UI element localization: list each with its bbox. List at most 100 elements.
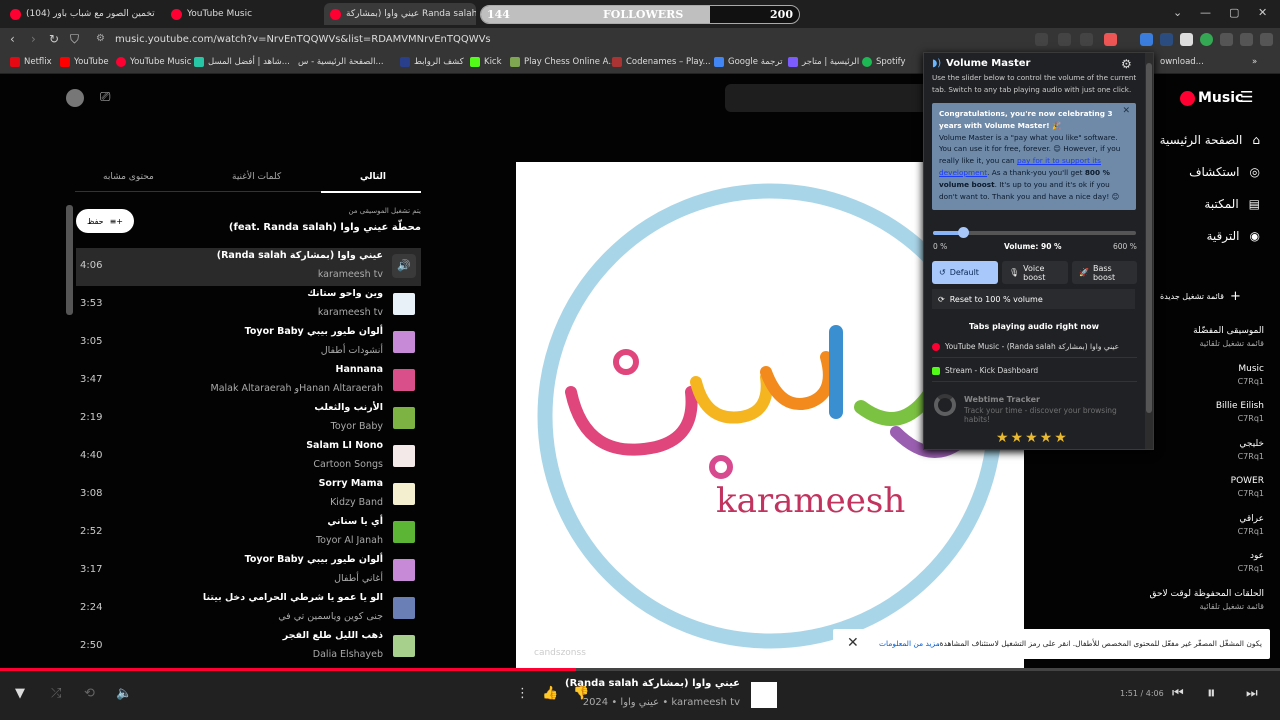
- popup-scrollbar[interactable]: [1145, 53, 1153, 449]
- extension-icon[interactable]: [1200, 33, 1213, 46]
- extension-icon[interactable]: [1180, 33, 1193, 46]
- bookmark-youtube-music[interactable]: YouTube Music: [116, 57, 191, 67]
- more-options-icon[interactable]: ⋮: [516, 686, 529, 701]
- media-icon[interactable]: [1240, 33, 1253, 46]
- audio-tab-youtube-music[interactable]: YouTube Music - (Randa salah بمشاركة) عي…: [932, 336, 1137, 358]
- bookmark-chess[interactable]: Play Chess Online A...: [510, 57, 616, 67]
- close-icon[interactable]: ✕: [847, 635, 859, 651]
- nav-upgrade[interactable]: ◉ الترقية: [1206, 229, 1260, 243]
- now-playing-title[interactable]: عيني واوا (بمشاركة Randa salah): [560, 678, 740, 689]
- bookmark-youtube[interactable]: YouTube: [60, 57, 109, 67]
- tab-3-active[interactable]: عيني واوا (بمشاركة Randa salah✕: [324, 3, 476, 25]
- site-info-icon[interactable]: ⚙: [96, 33, 105, 44]
- repeat-icon[interactable]: ⟲: [84, 686, 95, 701]
- nav-explore[interactable]: ◎ استكشاف: [1189, 165, 1260, 179]
- expand-icon[interactable]: ▼: [15, 686, 25, 701]
- zoom-icon[interactable]: [1058, 33, 1071, 46]
- bookmark-codenames[interactable]: Codenames – Play...: [612, 57, 711, 67]
- default-mode-button[interactable]: ↺ Default: [932, 261, 998, 284]
- extensions-puzzle-icon[interactable]: [1220, 33, 1233, 46]
- url-text: music.youtube.com/watch?v=NrvEnTQQWVs&li…: [115, 34, 491, 45]
- minimize-icon[interactable]: —: [1200, 6, 1211, 19]
- bookmark-icon[interactable]: ⛉: [70, 32, 79, 47]
- now-playing-subtitle[interactable]: karameesh tv • عيني واوا • 2024: [560, 697, 740, 708]
- bookmark-shahid[interactable]: شاهد | أفضل المسل...: [194, 57, 290, 67]
- bookmark-kick[interactable]: Kick: [470, 57, 502, 67]
- bookmark-download[interactable]: ownload...: [1160, 57, 1204, 67]
- bookmark-translate[interactable]: Google ترجمة: [714, 57, 782, 67]
- popup-scroll-thumb[interactable]: [1146, 63, 1152, 413]
- youtube-music-logo[interactable]: Music: [1180, 90, 1243, 106]
- playlist-item[interactable]: POWER C7Rq1: [1231, 476, 1264, 498]
- close-window-icon[interactable]: ✕: [1258, 6, 1267, 19]
- queue-item[interactable]: 3:05 ألوان طيور بيبي Toyor Baby أنشودات أط…: [76, 324, 421, 362]
- shuffle-icon[interactable]: ⤮: [51, 686, 61, 701]
- reset-volume-button[interactable]: ⟳ Reset to 100 % volume: [932, 289, 1135, 309]
- learn-more-link[interactable]: مزيد من المعلومات: [879, 639, 940, 648]
- gear-icon[interactable]: ⚙: [1121, 57, 1132, 71]
- nav-home[interactable]: ⌂ الصفحة الرئيسية: [1160, 133, 1260, 147]
- save-button[interactable]: حفظ ≡+: [76, 209, 134, 233]
- pause-icon[interactable]: ⏸: [1207, 683, 1216, 703]
- volume-slider-handle[interactable]: [958, 227, 970, 238]
- bookmark-links[interactable]: كشف الروابط: [400, 57, 464, 67]
- now-playing-thumbnail[interactable]: [751, 682, 777, 708]
- share-icon[interactable]: [1080, 33, 1093, 46]
- menu-icon[interactable]: ☰: [1240, 88, 1253, 106]
- install-icon[interactable]: [1035, 33, 1048, 46]
- cast-icon[interactable]: ⎚: [100, 90, 110, 105]
- tab-up-next[interactable]: التالي: [360, 172, 386, 182]
- queue-item[interactable]: 2:24 الو يا عمو يا شرطي الحرامي دخل بيتنا…: [76, 590, 421, 628]
- queue-scrollbar[interactable]: [66, 205, 73, 315]
- queue-item[interactable]: 2:50 ذهب الليل طلع الفجر Dalia Elshayeb: [76, 628, 421, 666]
- new-playlist-button[interactable]: قائمة تشغيل جديدة +: [1160, 289, 1241, 304]
- queue-item[interactable]: 3:53 وين واحو ستانك karameesh tv: [76, 286, 421, 324]
- queue-item[interactable]: 2:52 أي يا سناني Toyor Al Janah: [76, 514, 421, 552]
- playlist-title: Music: [1238, 363, 1264, 374]
- tab-related[interactable]: محتوى مشابه: [103, 172, 154, 182]
- bookmark-netflix[interactable]: Netflix: [10, 57, 52, 67]
- rating-stars[interactable]: ★★★★★: [996, 430, 1069, 446]
- tab-2[interactable]: YouTube Music: [165, 3, 315, 25]
- queue-item[interactable]: 3:47 Hannana Hanan Altaraerahو Malak Altar…: [76, 362, 421, 400]
- forward-icon[interactable]: ›: [31, 32, 36, 46]
- address-bar[interactable]: ⚙ music.youtube.com/watch?v=NrvEnTQQWVs&…: [90, 30, 1120, 50]
- like-icon[interactable]: 👍: [542, 686, 558, 701]
- queue-item[interactable]: 4:40 Salam LI Nono Cartoon Songs: [76, 438, 421, 476]
- reload-icon[interactable]: ↻: [49, 32, 59, 46]
- tab-search-icon[interactable]: ⌄: [1173, 6, 1182, 19]
- extension-icon[interactable]: [1160, 33, 1173, 46]
- playlist-item[interactable]: عود C7Rq1: [1238, 551, 1264, 573]
- playlist-item[interactable]: Billie Eilish C7Rq1: [1216, 401, 1264, 423]
- tab-lyrics[interactable]: كلمات الأغنية: [232, 172, 281, 182]
- volume-icon[interactable]: 🔈: [116, 686, 132, 701]
- next-icon[interactable]: ⏭: [1246, 686, 1258, 701]
- bookmark-home[interactable]: الصفحة الرئيسية - س...: [298, 57, 384, 67]
- bookmark-stores[interactable]: الرئيسية | متاجر: [788, 57, 859, 67]
- playlist-item[interactable]: خليجي C7Rq1: [1238, 439, 1264, 461]
- restore-icon[interactable]: ▢: [1229, 6, 1239, 19]
- avatar[interactable]: [66, 89, 84, 107]
- queue-item[interactable]: 4:06 عيني واوا (بمشاركة Randa salah) karam…: [76, 248, 421, 286]
- queue-item[interactable]: 3:08 Sorry Mama Kidzy Band: [76, 476, 421, 514]
- bass-boost-button[interactable]: 🚀 Bass boost: [1072, 261, 1137, 284]
- bookmark-spotify[interactable]: Spotify: [862, 57, 906, 67]
- menu-dots-icon[interactable]: [1260, 33, 1273, 46]
- nav-library[interactable]: ▤ المكتبة: [1204, 197, 1260, 211]
- volume-master-ext-icon[interactable]: [1140, 33, 1153, 46]
- previous-icon[interactable]: ⏮: [1172, 686, 1184, 701]
- webtime-tracker-promo[interactable]: Webtime Tracker Track your time - discov…: [932, 391, 1137, 424]
- playlist-item[interactable]: عراقي C7Rq1: [1238, 514, 1264, 536]
- audio-tab-kick[interactable]: Stream - Kick Dashboard: [932, 360, 1137, 382]
- tab-1[interactable]: تخمين الصور مع شباب باور (104): [4, 3, 156, 25]
- queue-item[interactable]: 2:19 الأرنب والثعلب Toyor Baby: [76, 400, 421, 438]
- bookmarks-overflow-icon[interactable]: »: [1252, 57, 1257, 67]
- queue-item[interactable]: 3:17 ألوان طيور بيبي Toyor Baby أغاني أطفا…: [76, 552, 421, 590]
- playlist-item[interactable]: Music C7Rq1: [1238, 364, 1264, 386]
- close-icon[interactable]: ✕: [1122, 106, 1130, 118]
- back-icon[interactable]: ‹: [10, 32, 15, 46]
- playlist-item[interactable]: الموسيقى المفضّلة قائمة تشغيل تلقائية: [1193, 326, 1264, 348]
- brave-shield-icon[interactable]: [1104, 33, 1117, 46]
- playlist-item[interactable]: الحلقات المحفوظة لوقت لاحق قائمة تشغيل تل…: [1149, 589, 1264, 611]
- voice-boost-button[interactable]: 🎙 Voice boost: [1002, 261, 1068, 284]
